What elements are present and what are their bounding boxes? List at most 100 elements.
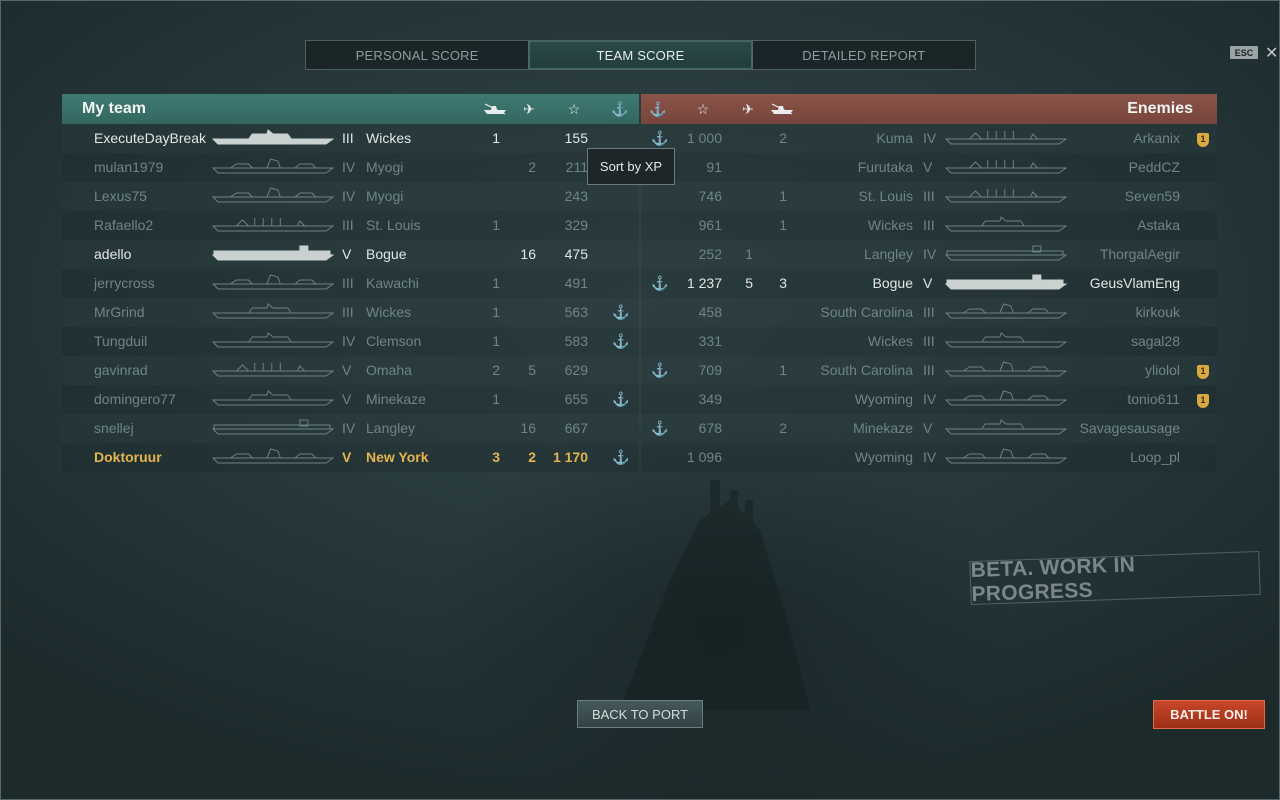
ship-name: Bogue bbox=[366, 246, 407, 262]
my-team-row[interactable]: Tungduil IV Clemson 1 583 ⚓ bbox=[62, 327, 639, 356]
my-team-row[interactable]: gavinrad V Omaha 2 5 629 bbox=[62, 356, 639, 385]
ships-destroyed: 2 bbox=[779, 420, 787, 436]
tab-personal-score[interactable]: PERSONAL SCORE bbox=[306, 41, 528, 69]
player-name: sagal28 bbox=[1130, 333, 1180, 349]
base-xp: 678 bbox=[698, 420, 722, 436]
enemies-title: Enemies bbox=[1127, 100, 1193, 117]
enemy-row[interactable]: 252 1 Langley IV ThorgalAegir bbox=[641, 240, 1217, 269]
planes-destroyed: 1 bbox=[745, 246, 753, 262]
ship-silhouette-icon bbox=[211, 390, 335, 410]
enemy-row[interactable]: 746 1 St. Louis III Seven59 bbox=[641, 182, 1217, 211]
esc-key-hint[interactable]: ESC bbox=[1230, 46, 1258, 59]
ship-tier: IV bbox=[923, 391, 937, 407]
ship-silhouette-icon bbox=[211, 129, 335, 149]
ship-name: Wickes bbox=[366, 130, 412, 146]
ships-destroyed: 3 bbox=[779, 275, 787, 291]
plane-kill-icon[interactable]: ✈ bbox=[735, 101, 761, 117]
ship-kill-icon[interactable] bbox=[769, 101, 795, 117]
my-team-row[interactable]: MrGrind III Wickes 1 563 ⚓ bbox=[62, 298, 639, 327]
my-team-row[interactable]: mulan1979 IV Myogi 2 211 bbox=[62, 153, 639, 182]
ship-name: St. Louis bbox=[366, 217, 421, 233]
plane-kill-icon[interactable]: ✈ bbox=[516, 101, 542, 117]
tab-team-score[interactable]: TEAM SCORE bbox=[528, 41, 753, 69]
back-to-port-button[interactable]: BACK TO PORT bbox=[577, 700, 703, 728]
my-team-row[interactable]: domingero77 V Minekaze 1 655 ⚓ bbox=[62, 385, 639, 414]
player-name: gavinrad bbox=[94, 362, 148, 378]
beta-watermark: BETA. WORK IN PROGRESS bbox=[969, 550, 1261, 606]
ship-name: South Carolina bbox=[820, 304, 913, 320]
planes-destroyed: 16 bbox=[520, 246, 536, 262]
ship-tier: III bbox=[342, 130, 354, 146]
enemy-row[interactable]: 331 Wickes III sagal28 bbox=[641, 327, 1217, 356]
my-team-row[interactable]: Doktoruur V New York 3 2 1 170 ⚓ bbox=[62, 443, 639, 472]
base-xp: 746 bbox=[698, 188, 722, 204]
player-name: jerrycross bbox=[94, 275, 155, 291]
xp-star-icon[interactable]: ☆ bbox=[690, 101, 716, 117]
rank-badge-icon: 1 bbox=[1197, 133, 1209, 147]
anchor-icon: ⚓ bbox=[612, 449, 630, 465]
anchor-icon: ⚓ bbox=[612, 391, 630, 407]
player-name: Lexus75 bbox=[94, 188, 147, 204]
my-team-row[interactable]: jerrycross III Kawachi 1 491 bbox=[62, 269, 639, 298]
my-team-row[interactable]: adello V Bogue 16 475 bbox=[62, 240, 639, 269]
base-xp: 629 bbox=[564, 362, 588, 378]
xp-star-icon[interactable]: ☆ bbox=[561, 101, 587, 117]
ship-kill-icon[interactable] bbox=[482, 101, 508, 117]
base-xp: 1 096 bbox=[686, 449, 722, 465]
ship-tier: III bbox=[342, 217, 354, 233]
planes-destroyed: 5 bbox=[528, 362, 536, 378]
ship-silhouette-icon bbox=[211, 187, 335, 207]
base-xp: 243 bbox=[564, 188, 588, 204]
ship-name: Myogi bbox=[366, 188, 404, 204]
ship-silhouette-icon bbox=[211, 419, 335, 439]
enemy-row[interactable]: 1 096 Wyoming IV Loop_pl bbox=[641, 443, 1217, 472]
tab-detailed-report[interactable]: DETAILED REPORT bbox=[753, 41, 975, 69]
ship-name: Langley bbox=[366, 420, 416, 436]
base-xp: 1 000 bbox=[686, 130, 722, 146]
my-team-row[interactable]: snellej IV Langley 16 667 bbox=[62, 414, 639, 443]
enemy-row[interactable]: ⚓ 1 000 2 Kuma IV Arkanix 1 bbox=[641, 124, 1217, 153]
ships-destroyed: 1 bbox=[492, 130, 500, 146]
player-name: kirkouk bbox=[1135, 304, 1180, 320]
player-name: adello bbox=[94, 246, 132, 262]
enemy-row[interactable]: 91 Furutaka V PeddCZ bbox=[641, 153, 1217, 182]
ship-name: South Carolina bbox=[820, 362, 913, 378]
enemy-row[interactable]: 961 1 Wickes III Astaka bbox=[641, 211, 1217, 240]
enemy-row[interactable]: 458 South Carolina III kirkouk bbox=[641, 298, 1217, 327]
player-name: ExecuteDayBreak bbox=[94, 130, 207, 146]
anchor-icon[interactable]: ⚓ bbox=[645, 101, 671, 117]
close-icon[interactable]: ✕ bbox=[1265, 43, 1278, 63]
ship-silhouette-icon bbox=[211, 216, 335, 236]
ships-destroyed: 3 bbox=[492, 449, 500, 465]
enemy-row[interactable]: ⚓ 678 2 Minekaze V Savagesausage bbox=[641, 414, 1217, 443]
ships-destroyed: 1 bbox=[492, 333, 500, 349]
enemies-table: ⚓ ☆ ✈ Enemies ⚓ 1 000 2 Kuma IV Arkanix 1 91 Fur… bbox=[641, 94, 1217, 474]
my-team-row[interactable]: Rafaello2 III St. Louis 1 329 bbox=[62, 211, 639, 240]
ship-name: Omaha bbox=[366, 362, 412, 378]
my-team-row[interactable]: Lexus75 IV Myogi 243 bbox=[62, 182, 639, 211]
ships-destroyed: 2 bbox=[492, 362, 500, 378]
enemy-row[interactable]: ⚓ 709 1 South Carolina III yliolol 1 bbox=[641, 356, 1217, 385]
ship-name: Minekaze bbox=[366, 391, 426, 407]
enemy-row[interactable]: ⚓ 1 237 5 3 Bogue V GeusVlamEng bbox=[641, 269, 1217, 298]
anchor-icon: ⚓ bbox=[612, 304, 630, 320]
ships-destroyed: 1 bbox=[492, 275, 500, 291]
ships-destroyed: 1 bbox=[492, 217, 500, 233]
base-xp: 349 bbox=[698, 391, 722, 407]
sort-tooltip: Sort by XP bbox=[587, 148, 675, 185]
anchor-icon: ⚓ bbox=[651, 275, 669, 291]
enemy-row[interactable]: 349 Wyoming IV tonio611 1 bbox=[641, 385, 1217, 414]
player-name: domingero77 bbox=[94, 391, 176, 407]
anchor-icon[interactable]: ⚓ bbox=[607, 101, 633, 117]
player-name: tonio611 bbox=[1127, 391, 1180, 407]
my-team-row[interactable]: ExecuteDayBreak III Wickes 1 155 bbox=[62, 124, 639, 153]
rank-badge-icon: 1 bbox=[1197, 365, 1209, 379]
base-xp: 667 bbox=[564, 420, 588, 436]
ship-tier: V bbox=[923, 275, 933, 291]
battle-on-button[interactable]: BATTLE ON! bbox=[1153, 700, 1265, 729]
ships-destroyed: 1 bbox=[779, 188, 787, 204]
planes-destroyed: 16 bbox=[520, 420, 536, 436]
ship-name: Minekaze bbox=[853, 420, 913, 436]
ship-silhouette-icon bbox=[211, 332, 335, 352]
ship-silhouette-icon bbox=[211, 303, 335, 323]
